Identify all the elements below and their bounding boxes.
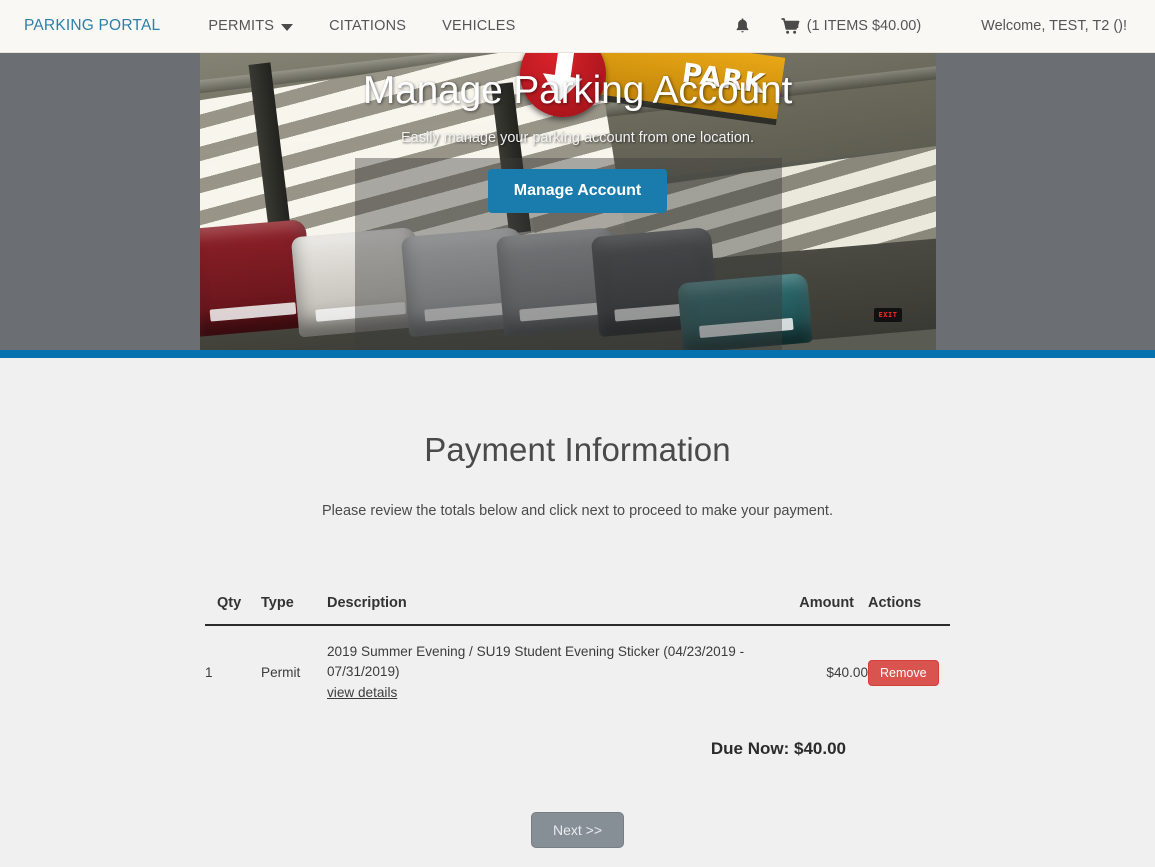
hero-banner: PARK EXIT Manage Parking Account Easily … xyxy=(0,53,1155,350)
welcome-text: Welcome, TEST, T2 ()! xyxy=(981,18,1127,34)
nav-item-vehicles-label: VEHICLES xyxy=(442,18,516,34)
nav-item-vehicles[interactable]: VEHICLES xyxy=(424,18,533,34)
chevron-down-icon xyxy=(281,23,294,31)
cart-table-head: Qty Type Description Amount Actions xyxy=(205,595,950,626)
hero-title: Manage Parking Account xyxy=(362,69,793,112)
cart-button[interactable]: (1 ITEMS $40.00) xyxy=(767,17,935,35)
view-details-link[interactable]: view details xyxy=(327,683,397,703)
cart-table-body: 1 Permit 2019 Summer Evening / SU19 Stud… xyxy=(205,625,950,719)
due-now-total: Due Now: $40.00 xyxy=(710,739,846,758)
page-subtitle: Please review the totals below and click… xyxy=(322,503,833,519)
column-header-qty: Qty xyxy=(205,595,261,626)
exit-sign-decoration: EXIT xyxy=(874,308,902,322)
hero-bottom-rule xyxy=(0,350,1155,358)
notifications-button[interactable] xyxy=(718,17,767,35)
hero-caption: Manage Parking Account Easily manage you… xyxy=(0,53,1155,213)
item-description-text: 2019 Summer Evening / SU19 Student Eveni… xyxy=(327,644,745,679)
cart-table-container: Qty Type Description Amount Actions 1 Pe… xyxy=(205,519,950,719)
primary-nav: PERMITS CITATIONS VEHICLES xyxy=(190,18,533,34)
next-button[interactable]: Next >> xyxy=(530,812,625,848)
exit-sign-text: EXIT xyxy=(878,311,898,319)
column-header-description: Description xyxy=(327,595,778,626)
cell-description: 2019 Summer Evening / SU19 Student Eveni… xyxy=(327,625,778,719)
main-content: Payment Information Please review the to… xyxy=(0,358,1155,867)
column-header-amount: Amount xyxy=(778,595,868,626)
table-header-row: Qty Type Description Amount Actions xyxy=(205,595,950,626)
cell-amount: $40.00 xyxy=(826,664,868,680)
next-button-container: Next >> xyxy=(0,759,1155,848)
nav-item-permits[interactable]: PERMITS xyxy=(190,18,311,34)
brand-link[interactable]: PARKING PORTAL xyxy=(14,17,170,35)
remove-item-button[interactable]: Remove xyxy=(868,659,939,686)
column-header-actions: Actions xyxy=(868,595,950,626)
nav-item-citations-label: CITATIONS xyxy=(329,18,407,34)
nav-item-citations[interactable]: CITATIONS xyxy=(311,18,424,34)
top-navbar: PARKING PORTAL PERMITS CITATIONS VEHICLE… xyxy=(0,0,1155,53)
table-row: 1 Permit 2019 Summer Evening / SU19 Stud… xyxy=(205,625,950,719)
nav-item-permits-label: PERMITS xyxy=(208,18,275,34)
navbar-right-group: (1 ITEMS $40.00) Welcome, TEST, T2 ()! xyxy=(718,17,1141,35)
cell-qty: 1 xyxy=(205,664,213,680)
cell-actions: Remove xyxy=(868,625,950,719)
hero-subtitle: Easily manage your parking account from … xyxy=(400,130,755,146)
shopping-cart-icon xyxy=(781,17,800,34)
cart-label: (1 ITEMS $40.00) xyxy=(806,18,922,34)
page-title: Payment Information xyxy=(424,431,731,468)
bell-icon xyxy=(736,18,749,33)
column-header-type: Type xyxy=(261,595,327,626)
cart-table: Qty Type Description Amount Actions 1 Pe… xyxy=(205,595,950,719)
cell-type: Permit xyxy=(261,664,301,680)
manage-account-button[interactable]: Manage Account xyxy=(487,169,668,213)
